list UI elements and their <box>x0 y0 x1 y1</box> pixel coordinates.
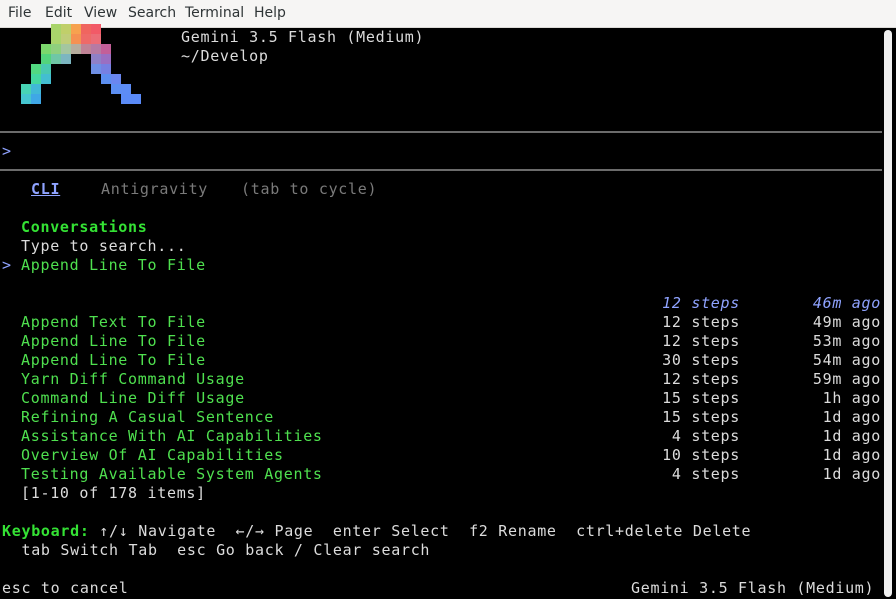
logo-pixel <box>31 94 41 104</box>
logo-pixel <box>41 64 51 74</box>
logo-pixel <box>51 54 61 64</box>
menu-terminal[interactable]: Terminal <box>185 5 244 21</box>
conversation-steps: 30 steps <box>662 351 740 369</box>
conversation-steps: 12 steps <box>662 370 740 388</box>
conversation-steps: 12 steps <box>662 332 740 350</box>
conversation-ago: 1d ago <box>822 408 881 426</box>
prompt-input[interactable] <box>20 142 870 161</box>
logo-pixel <box>31 74 41 84</box>
conversation-steps: 12 steps <box>662 313 740 331</box>
conversation-steps: 4 steps <box>671 465 740 483</box>
logo-pixel <box>31 64 41 74</box>
logo-pixel <box>111 74 121 84</box>
keyboard-help-line2: tab Switch Tab esc Go back / Clear searc… <box>2 541 431 559</box>
conversation-ago: 1d ago <box>822 427 881 445</box>
pagination: [1-10 of 178 items] <box>21 484 206 502</box>
logo-pixel <box>61 24 71 34</box>
logo-pixel <box>51 24 61 34</box>
tab-cli[interactable]: CLI <box>31 180 60 199</box>
divider-bottom <box>0 169 882 171</box>
conversation-ago: 54m ago <box>812 351 881 369</box>
conversation-ago: 53m ago <box>812 332 881 350</box>
logo-pixel <box>41 74 51 84</box>
conversation-title[interactable]: Append Line To File <box>21 332 206 351</box>
prompt-symbol: > <box>2 142 12 160</box>
terminal-window: File Edit View Search Terminal Help Gemi… <box>0 0 896 599</box>
logo-pixel <box>91 54 101 64</box>
logo-pixel <box>81 34 91 44</box>
conversations-heading: Conversations <box>21 218 148 236</box>
logo-pixel <box>101 44 111 54</box>
conversation-steps: 15 steps <box>662 408 740 426</box>
conversation-title[interactable]: Command Line Diff Usage <box>21 389 245 408</box>
conversation-ago: 1d ago <box>822 465 881 483</box>
selected-conversation-title[interactable]: Append Line To File <box>21 256 206 275</box>
conversation-ago: 1h ago <box>822 389 881 407</box>
keyboard-shortcuts-1: ↑/↓ Navigate ←/→ Page enter Select f2 Re… <box>89 522 752 540</box>
conversation-title[interactable]: Testing Available System Agents <box>21 465 323 484</box>
tab-antigravity[interactable]: Antigravity <box>101 180 208 199</box>
selection-marker: > <box>2 256 12 274</box>
conversation-title[interactable]: Assistance With AI Capabilities <box>21 427 323 446</box>
menu-search[interactable]: Search <box>128 5 176 21</box>
selected-conversation-steps: 12 steps <box>662 294 740 312</box>
terminal-content[interactable]: Gemini 3.5 Flash (Medium) ~/Develop > CL… <box>0 24 882 599</box>
logo-pixel <box>91 34 101 44</box>
conversation-title[interactable]: Append Text To File <box>21 313 206 332</box>
logo-pixel <box>21 84 31 94</box>
logo-pixel <box>101 54 111 64</box>
logo-pixel <box>81 44 91 54</box>
keyboard-help-line1: Keyboard: ↑/↓ Navigate ←/→ Page enter Se… <box>2 522 751 541</box>
menu-edit[interactable]: Edit <box>45 5 72 21</box>
logo-pixel <box>61 44 71 54</box>
logo-pixel <box>21 94 31 104</box>
logo-pixel <box>91 64 101 74</box>
conversation-title[interactable]: Refining A Casual Sentence <box>21 408 274 427</box>
menu-view[interactable]: View <box>84 5 117 21</box>
tab-hint: (tab to cycle) <box>241 180 378 198</box>
conversation-title[interactable]: Append Line To File <box>21 351 206 370</box>
logo-pixel <box>91 44 101 54</box>
footer-cancel-hint: esc to cancel <box>2 579 129 597</box>
keyboard-label: Keyboard: <box>2 522 90 540</box>
logo-pixel <box>71 44 81 54</box>
scrollbar[interactable] <box>884 30 892 597</box>
search-input[interactable]: Type to search... <box>21 237 186 256</box>
logo-pixel <box>101 64 111 74</box>
logo-pixel <box>61 34 71 44</box>
logo-pixel <box>71 34 81 44</box>
divider-top <box>0 131 882 133</box>
conversation-ago: 49m ago <box>812 313 881 331</box>
logo-pixel <box>81 24 91 34</box>
logo-pixel <box>111 84 121 94</box>
header-path: ~/Develop <box>181 47 269 65</box>
menu-bar: File Edit View Search Terminal Help <box>0 0 896 28</box>
header-model: Gemini 3.5 Flash (Medium) <box>181 28 425 46</box>
conversation-steps: 4 steps <box>671 427 740 445</box>
logo-pixel <box>121 94 131 104</box>
selected-conversation-ago: 46m ago <box>812 294 881 312</box>
conversation-ago: 59m ago <box>812 370 881 388</box>
logo-pixel <box>91 24 101 34</box>
conversation-title[interactable]: Overview Of AI Capabilities <box>21 446 284 465</box>
logo-pixel <box>61 54 71 64</box>
logo-pixel <box>121 84 131 94</box>
footer-model: Gemini 3.5 Flash (Medium) <box>631 579 875 597</box>
logo-pixel <box>31 84 41 94</box>
gemini-logo <box>21 24 141 104</box>
menu-help[interactable]: Help <box>254 5 286 21</box>
conversation-steps: 15 steps <box>662 389 740 407</box>
menu-file[interactable]: File <box>8 5 31 21</box>
logo-pixel <box>41 54 51 64</box>
conversation-title[interactable]: Yarn Diff Command Usage <box>21 370 245 389</box>
logo-pixel <box>101 74 111 84</box>
logo-pixel <box>51 44 61 54</box>
logo-pixel <box>41 44 51 54</box>
logo-pixel <box>71 24 81 34</box>
logo-pixel <box>131 94 141 104</box>
conversation-steps: 10 steps <box>662 446 740 464</box>
conversation-ago: 1d ago <box>822 446 881 464</box>
logo-pixel <box>51 34 61 44</box>
